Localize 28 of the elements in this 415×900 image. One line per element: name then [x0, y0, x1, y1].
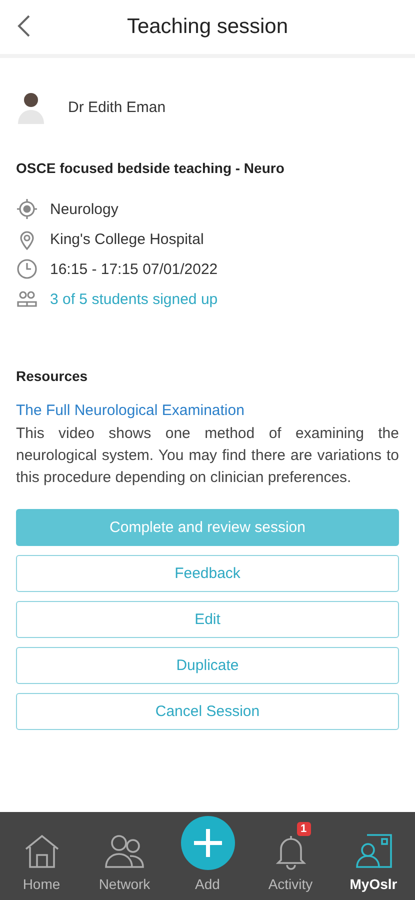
outline-button[interactable]: Cancel Session: [16, 693, 399, 730]
avatar-icon: [16, 90, 46, 124]
resources-heading: Resources: [16, 368, 89, 384]
detail-text: King's College Hospital: [50, 230, 204, 248]
nav-tab[interactable]: Network: [83, 812, 166, 900]
resource-description: This video shows one method of examining the neurological system. You may find there are variations to this procedure depending on clinician preferences.: [16, 424, 399, 488]
add-icon: [180, 816, 234, 870]
resource-link[interactable]: The Full Neurological Examination: [16, 402, 399, 419]
host-name: Dr Edith Eman: [68, 98, 166, 116]
profile-card-icon: [354, 832, 392, 870]
session-title: OSCE focused bedside teaching - Neuro: [16, 160, 286, 176]
home-icon: [22, 832, 60, 870]
people-icon: [102, 832, 146, 870]
page-title: Teaching session: [126, 15, 288, 39]
people-icon: [16, 288, 38, 310]
students-link[interactable]: 3 of 5 students signed up: [50, 290, 218, 308]
detail-text: Neurology: [50, 200, 118, 218]
outline-button[interactable]: Feedback: [16, 555, 399, 592]
target-icon: [16, 198, 38, 220]
nav-tab[interactable]: MyOslr: [332, 812, 415, 900]
detail-text: 16:15 - 17:15 07/01/2022: [50, 260, 218, 278]
notification-badge: 1: [296, 822, 311, 836]
nav-tab[interactable]: Add: [166, 812, 249, 900]
nav-tab[interactable]: Home: [0, 812, 83, 900]
outline-button[interactable]: Duplicate: [16, 647, 399, 684]
outline-button[interactable]: Edit: [16, 601, 399, 638]
clock-icon: [16, 258, 38, 280]
nav-tab[interactable]: 1 Activity: [249, 812, 332, 900]
